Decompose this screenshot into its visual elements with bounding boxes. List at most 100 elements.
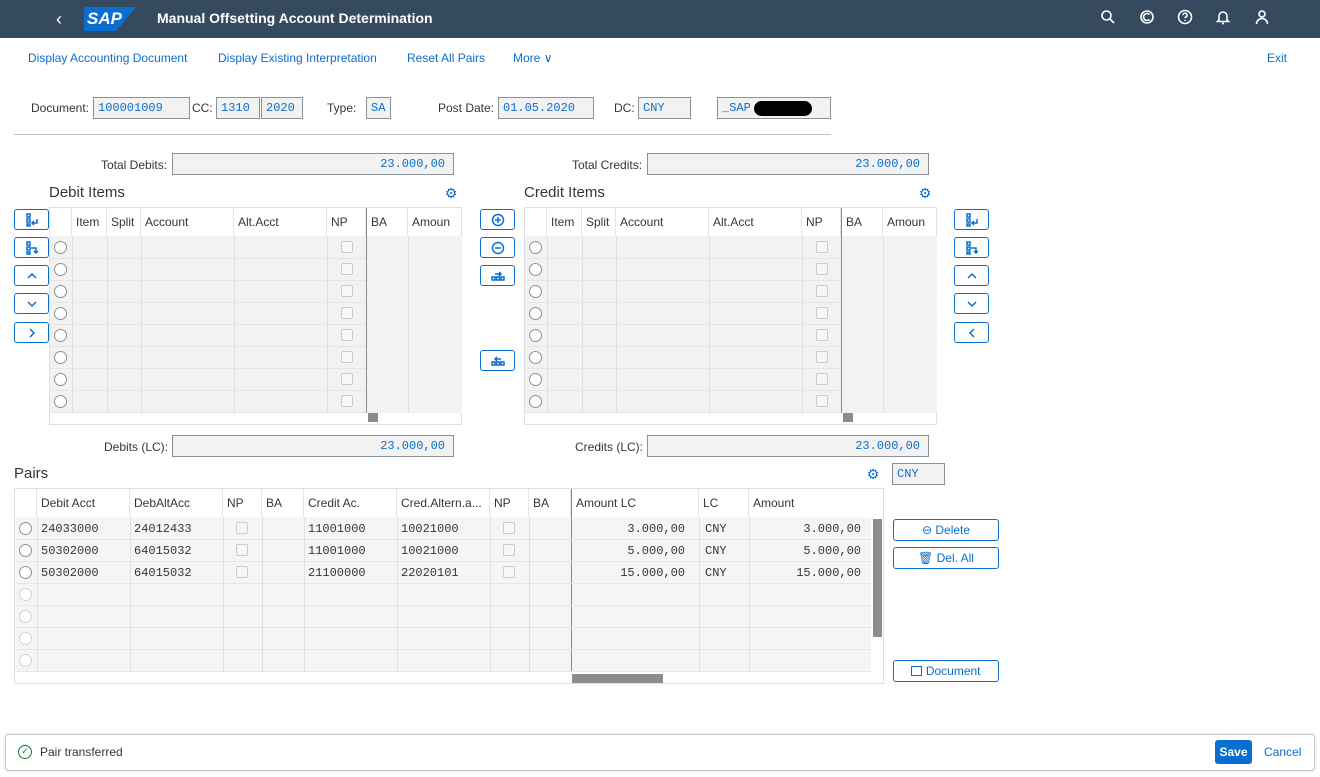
credit-row-radio[interactable] xyxy=(529,351,542,364)
credit-np-checkbox[interactable] xyxy=(816,329,828,341)
fiscal-year-field[interactable]: 2020 xyxy=(261,97,303,119)
pairs-vscroll-thumb[interactable] xyxy=(873,519,882,637)
pairs-row-radio[interactable] xyxy=(19,610,32,623)
move-down-credit-icon[interactable] xyxy=(954,293,989,314)
copilot-icon[interactable] xyxy=(1137,9,1157,29)
total-debits-label: Total Debits: xyxy=(101,158,168,172)
debit-scroll-thumb[interactable] xyxy=(368,413,378,422)
credit-row-radio[interactable] xyxy=(529,307,542,320)
pairs-hscroll-thumb[interactable] xyxy=(572,674,663,683)
back-arrow-icon[interactable]: ‹ xyxy=(48,8,70,30)
reset-all-pairs-link[interactable]: Reset All Pairs xyxy=(407,51,485,65)
transfer-right-icon[interactable] xyxy=(14,322,49,343)
cancel-button[interactable]: Cancel xyxy=(1264,745,1301,759)
debit-row-radio[interactable] xyxy=(54,329,67,342)
pairs-np2-checkbox[interactable] xyxy=(503,566,515,578)
credit-row-radio[interactable] xyxy=(529,395,542,408)
insert-debit-icon[interactable] xyxy=(14,209,49,230)
total-credits-field: 23.000,00 xyxy=(647,153,929,175)
pairs-currency-field[interactable]: CNY xyxy=(892,463,945,485)
credit-settings-gear-icon[interactable]: ⚙ xyxy=(917,185,933,201)
transfer-left-icon[interactable] xyxy=(954,322,989,343)
pairs-np1-checkbox[interactable] xyxy=(236,544,248,556)
debit-np-checkbox[interactable] xyxy=(341,241,353,253)
credit-np-checkbox[interactable] xyxy=(816,307,828,319)
debit-row-radio[interactable] xyxy=(54,241,67,254)
more-menu[interactable]: More ∨ xyxy=(513,51,552,65)
credit-np-checkbox[interactable] xyxy=(816,241,828,253)
pairs-row-radio[interactable] xyxy=(19,566,32,579)
save-button[interactable]: Save xyxy=(1215,740,1252,764)
company-code-field[interactable]: 1310 xyxy=(216,97,260,119)
transfer-pair-icon[interactable] xyxy=(480,265,515,286)
currency-field[interactable]: CNY xyxy=(638,97,691,119)
credit-row-radio[interactable] xyxy=(529,373,542,386)
picture-icon xyxy=(911,666,923,676)
pairs-row-radio[interactable] xyxy=(19,544,32,557)
debit-row-radio[interactable] xyxy=(54,263,67,276)
pairs-np2-checkbox[interactable] xyxy=(503,544,515,556)
insert-credit-icon[interactable] xyxy=(954,209,989,230)
credit-col-split: Split xyxy=(582,208,616,236)
pairs-row-radio[interactable] xyxy=(19,632,32,645)
move-down-debit-icon[interactable] xyxy=(14,293,49,314)
debit-settings-gear-icon[interactable]: ⚙ xyxy=(443,185,459,201)
pairs-row-radio[interactable] xyxy=(19,522,32,535)
debit-np-checkbox[interactable] xyxy=(341,395,353,407)
delete-button[interactable]: ⊖ Delete xyxy=(893,519,999,541)
pairs-row-radio[interactable] xyxy=(19,654,32,667)
pairs-title: Pairs xyxy=(14,465,49,482)
credit-row-radio[interactable] xyxy=(529,241,542,254)
credit-row-divider xyxy=(525,302,841,303)
pairs-np2-checkbox[interactable] xyxy=(503,522,515,534)
user-icon[interactable] xyxy=(1252,9,1272,29)
debit-row-radio[interactable] xyxy=(54,285,67,298)
debit-np-checkbox[interactable] xyxy=(341,373,353,385)
credit-np-checkbox[interactable] xyxy=(816,373,828,385)
search-icon[interactable] xyxy=(1098,9,1118,29)
document-button[interactable]: Document xyxy=(893,660,999,682)
debit-np-checkbox[interactable] xyxy=(341,351,353,363)
credit-row-radio[interactable] xyxy=(529,285,542,298)
debit-np-checkbox[interactable] xyxy=(341,263,353,275)
debit-row-divider xyxy=(50,390,366,391)
debit-row-radio[interactable] xyxy=(54,395,67,408)
pairs-settings-gear-icon[interactable]: ⚙ xyxy=(865,466,881,482)
post-date-field[interactable]: 01.05.2020 xyxy=(498,97,594,119)
pairs-np1-checkbox[interactable] xyxy=(236,522,248,534)
debit-row-radio[interactable] xyxy=(54,373,67,386)
debit-row-radio[interactable] xyxy=(54,307,67,320)
pairs-np1-checkbox[interactable] xyxy=(236,566,248,578)
credit-np-checkbox[interactable] xyxy=(816,395,828,407)
document-type-field[interactable]: SA xyxy=(366,97,391,119)
debit-np-checkbox[interactable] xyxy=(341,307,353,319)
pairs-row-divider xyxy=(15,539,871,540)
credit-row-radio[interactable] xyxy=(529,263,542,276)
help-icon[interactable] xyxy=(1175,9,1195,29)
credit-np-checkbox[interactable] xyxy=(816,351,828,363)
user-field[interactable]: _SAP xyxy=(717,97,831,119)
debit-row-radio[interactable] xyxy=(54,351,67,364)
notification-icon[interactable] xyxy=(1213,9,1233,29)
credit-np-checkbox[interactable] xyxy=(816,285,828,297)
debit-np-checkbox[interactable] xyxy=(341,285,353,297)
split-credit-icon[interactable] xyxy=(954,237,989,258)
debit-row-divider xyxy=(50,280,366,281)
exit-link[interactable]: Exit xyxy=(1267,51,1287,65)
display-accounting-document-link[interactable]: Display Accounting Document xyxy=(28,51,187,65)
move-up-debit-icon[interactable] xyxy=(14,265,49,286)
credit-scroll-thumb[interactable] xyxy=(843,413,853,422)
pairs-row-radio[interactable] xyxy=(19,588,32,601)
delete-all-button[interactable]: 🗑︎ Del. All xyxy=(893,547,999,569)
document-field[interactable]: 100001009 xyxy=(93,97,190,119)
credit-row-radio[interactable] xyxy=(529,329,542,342)
debit-np-checkbox[interactable] xyxy=(341,329,353,341)
add-pair-icon[interactable] xyxy=(480,209,515,230)
credit-np-checkbox[interactable] xyxy=(816,263,828,275)
move-up-credit-icon[interactable] xyxy=(954,265,989,286)
display-existing-interpretation-link[interactable]: Display Existing Interpretation xyxy=(218,51,377,65)
split-debit-icon[interactable] xyxy=(14,237,49,258)
delete-all-label: Del. All xyxy=(936,551,974,565)
auto-pair-icon[interactable] xyxy=(480,350,515,371)
remove-pair-icon[interactable] xyxy=(480,237,515,258)
